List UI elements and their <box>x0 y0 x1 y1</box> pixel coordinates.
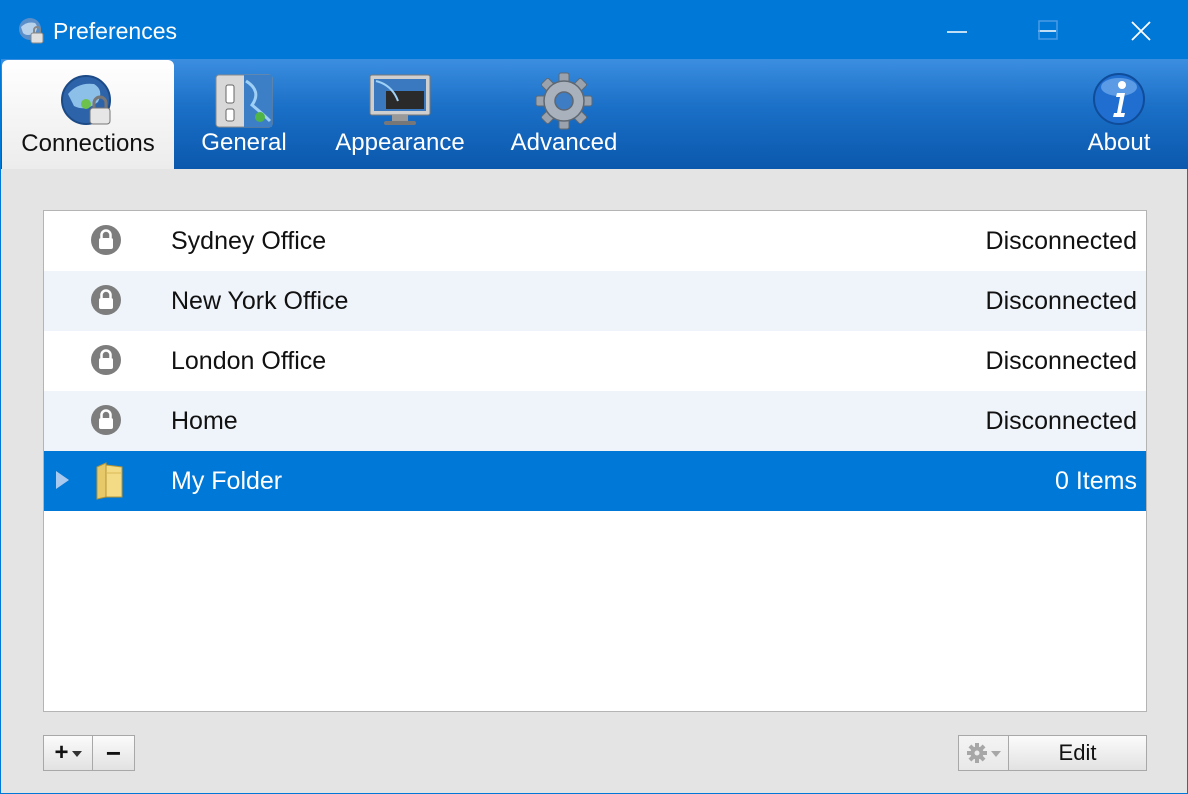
lock-icon <box>91 285 121 315</box>
connection-status: Disconnected <box>985 227 1137 255</box>
folder-icon <box>96 462 123 500</box>
expand-arrow-icon[interactable] <box>56 471 69 489</box>
gear-icon <box>535 72 593 130</box>
preferences-toolbar: Connections General Appearance Advanced … <box>1 59 1188 169</box>
connection-name: New York Office <box>171 287 349 315</box>
edit-button[interactable]: Edit <box>1008 735 1147 771</box>
about-button[interactable]: About <box>1071 59 1167 169</box>
remove-label: − <box>105 738 122 768</box>
list-item[interactable]: Home Disconnected <box>44 391 1146 451</box>
monitor-icon <box>369 74 431 125</box>
globe-lock-icon <box>61 75 111 125</box>
lock-icon <box>91 225 121 255</box>
gear-icon <box>967 743 987 763</box>
connections-list[interactable]: Sydney Office Disconnected New York Offi… <box>43 210 1147 712</box>
edit-label: Edit <box>1058 740 1097 765</box>
list-item[interactable]: Sydney Office Disconnected <box>44 211 1146 271</box>
connection-name: Sydney Office <box>171 227 327 255</box>
tab-connections[interactable]: Connections <box>2 60 174 169</box>
folder-name: My Folder <box>171 467 283 495</box>
preferences-window: Preferences Connections General Appearan… <box>0 0 1188 794</box>
tab-advanced-label: Advanced <box>510 129 618 156</box>
remove-button[interactable]: − <box>92 735 135 771</box>
list-item-folder[interactable]: My Folder 0 Items <box>44 451 1146 511</box>
tab-general[interactable]: General <box>179 59 309 169</box>
lock-icon <box>91 345 121 375</box>
tab-appearance-label: Appearance <box>335 129 465 156</box>
maximize-icon[interactable] <box>1038 20 1058 40</box>
tab-advanced[interactable]: Advanced <box>494 59 634 169</box>
lock-icon <box>91 405 121 435</box>
connection-name: London Office <box>171 347 327 375</box>
folder-item-count: 0 Items <box>1055 467 1137 495</box>
about-label: About <box>1087 129 1151 156</box>
connection-name: Home <box>171 407 238 435</box>
app-globe-icon <box>19 18 44 44</box>
switch-panel-icon <box>215 74 273 128</box>
actions-gear-button[interactable] <box>958 735 1009 771</box>
chevron-down-icon <box>71 751 82 757</box>
connection-status: Disconnected <box>985 347 1137 375</box>
close-icon[interactable] <box>1130 20 1152 42</box>
connection-status: Disconnected <box>985 287 1137 315</box>
add-label: + <box>54 739 69 766</box>
connection-status: Disconnected <box>985 407 1137 435</box>
add-button[interactable]: + <box>43 735 93 771</box>
title-bar[interactable]: Preferences <box>1 1 1188 59</box>
minimize-glyph[interactable] <box>946 20 968 42</box>
tab-connections-label: Connections <box>21 130 155 157</box>
info-icon <box>1093 73 1145 125</box>
chevron-down-icon <box>991 751 1001 757</box>
window-title: Preferences <box>53 18 178 44</box>
list-item[interactable]: New York Office Disconnected <box>44 271 1146 331</box>
tab-general-label: General <box>201 129 287 156</box>
list-item[interactable]: London Office Disconnected <box>44 331 1146 391</box>
tab-appearance[interactable]: Appearance <box>321 59 479 169</box>
